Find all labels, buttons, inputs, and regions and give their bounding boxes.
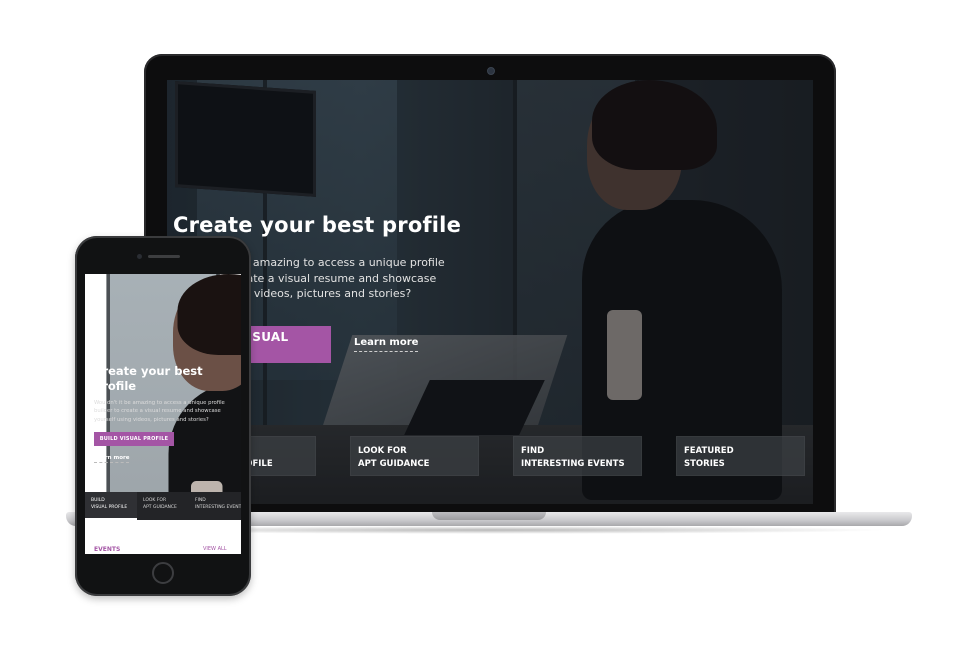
card-look-for-apt-guidance[interactable]: LOOK FOR APT GUIDANCE: [350, 436, 479, 476]
front-camera-icon: [137, 254, 142, 259]
phone-hero-title: Create your best profile: [94, 364, 203, 393]
card-line1: LOOK FOR: [358, 446, 407, 456]
device-mockup: Create your best profile Wouldn't it be …: [0, 0, 960, 651]
card-line1: FEATURED: [684, 446, 734, 456]
card-line2: STORIES: [684, 458, 725, 469]
card-find-interesting-events[interactable]: FIND INTERESTING EVENTS: [513, 436, 642, 476]
laptop-notch: [432, 512, 546, 520]
tab-line2: APT GUIDANCE: [143, 504, 177, 510]
tab-look-for-apt-guidance[interactable]: LOOK FOR APT GUIDANCE: [137, 492, 189, 520]
card-line2: APT GUIDANCE: [358, 458, 430, 469]
hero-title: Create your best profile: [173, 213, 462, 237]
card-line2: INTERESTING EVENTS: [521, 458, 625, 469]
events-title: EVENTS: [94, 546, 121, 553]
phone-hero: Create your best profile Wouldn't it be …: [85, 274, 241, 492]
events-section: EVENTS VIEW ALL: [85, 520, 241, 554]
phone-learn-more-link[interactable]: Learn more: [94, 455, 130, 464]
feature-cards: BUILD VISUAL PROFILE LOOK FOR APT GUIDAN…: [187, 436, 805, 476]
home-button[interactable]: [152, 562, 174, 584]
tab-find-interesting-events[interactable]: FIND INTERESTING EVENTS: [189, 492, 241, 520]
camera-icon: [487, 67, 495, 75]
view-all-link[interactable]: VIEW ALL: [203, 546, 227, 552]
phone-screen: Create your best profile Wouldn't it be …: [85, 274, 241, 554]
learn-more-link[interactable]: Learn more: [354, 337, 419, 352]
tab-line2: INTERESTING EVENTS: [195, 504, 241, 510]
speaker-icon: [148, 255, 180, 258]
tab-line2: VISUAL PROFILE: [91, 504, 128, 510]
phone-build-visual-profile-button[interactable]: BUILD VISUAL PROFILE: [94, 432, 174, 447]
card-featured-stories[interactable]: FEATURED STORIES: [676, 436, 805, 476]
laptop-screen: Create your best profile Wouldn't it be …: [167, 80, 813, 504]
phone-tab-bar: BUILD VISUAL PROFILE LOOK FOR APT GUIDAN…: [85, 492, 241, 520]
tab-build-visual-profile[interactable]: BUILD VISUAL PROFILE: [85, 492, 137, 520]
phone-hero-description: Wouldn't it be amazing to access a uniqu…: [94, 400, 225, 423]
card-line1: FIND: [521, 446, 545, 456]
